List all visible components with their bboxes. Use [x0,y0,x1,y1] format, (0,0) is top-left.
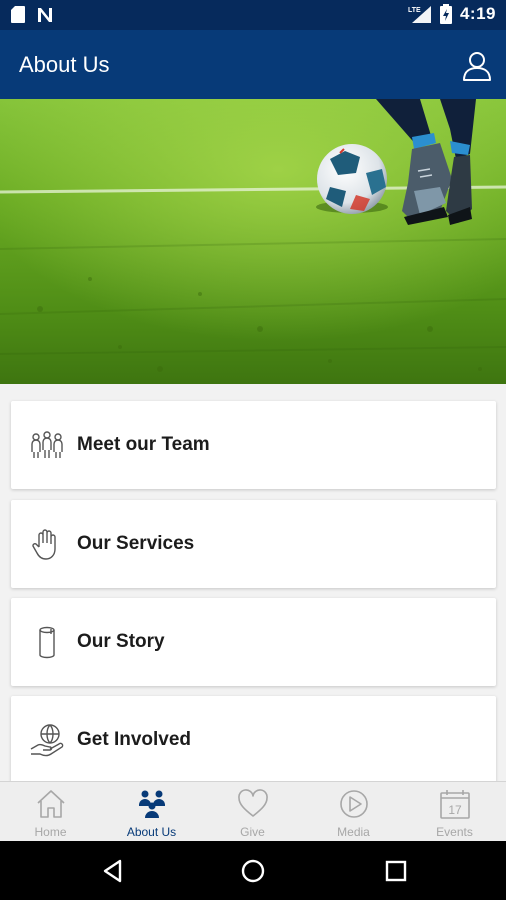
battery-charging-icon [439,4,452,24]
menu-item-our-services[interactable]: Our Services [11,500,496,588]
scroll-icon [39,626,55,659]
status-notifications [10,5,54,24]
heart-icon [237,789,268,817]
calendar-icon: 17 [439,790,470,819]
about-menu-list: Meet our Team Our Services Our Story Get… [0,384,506,781]
sd-card-icon [11,6,25,23]
hero-image [0,99,506,384]
people-group-icon [31,431,63,458]
page-title: About Us [19,52,110,77]
nav-item-about-us[interactable]: About Us [101,782,202,842]
status-indicators: LTE 4:19 [408,4,496,24]
nav-label-media: Media [337,825,370,839]
people-icon [138,790,165,818]
nav-item-home[interactable]: Home [0,782,101,842]
app-bar: About Us [0,30,506,99]
status-time: 4:19 [459,4,496,23]
back-icon[interactable] [100,858,126,884]
nav-label-give: Give [240,825,265,839]
nav-label-about-us: About Us [126,825,177,839]
nav-item-events[interactable]: 17 Events [404,782,505,842]
menu-item-label: Get Involved [77,729,192,750]
user-outline-icon[interactable] [462,50,492,82]
home-icon [36,790,65,818]
recents-square-icon[interactable] [383,858,409,884]
nav-label-home: Home [34,825,67,839]
menu-item-meet-our-team[interactable]: Meet our Team [11,401,496,489]
globe-in-hand-icon [30,724,64,757]
status-bar: LTE 4:19 [0,0,506,30]
soccer-ball-on-grass-image [0,99,506,384]
menu-item-label: Our Story [77,631,165,652]
home-circle-icon[interactable] [240,858,266,884]
menu-item-get-involved[interactable]: Get Involved [11,696,496,781]
bottom-navigation: Home About Us Give Media 17 Events [0,781,506,841]
play-circle-icon [339,790,368,818]
lte-signal-icon: LTE [408,6,431,23]
n-notification-icon [38,7,52,22]
menu-item-label: Our Services [77,533,195,554]
nav-item-media[interactable]: Media [303,782,404,842]
system-navigation-bar [0,841,506,900]
menu-item-label: Meet our Team [77,434,210,455]
menu-item-our-story[interactable]: Our Story [11,598,496,686]
svg-text:17: 17 [448,803,462,817]
svg-text:LTE: LTE [408,7,421,14]
hand-icon [32,529,56,560]
nav-label-events: Events [436,825,473,839]
nav-item-give[interactable]: Give [202,782,303,842]
